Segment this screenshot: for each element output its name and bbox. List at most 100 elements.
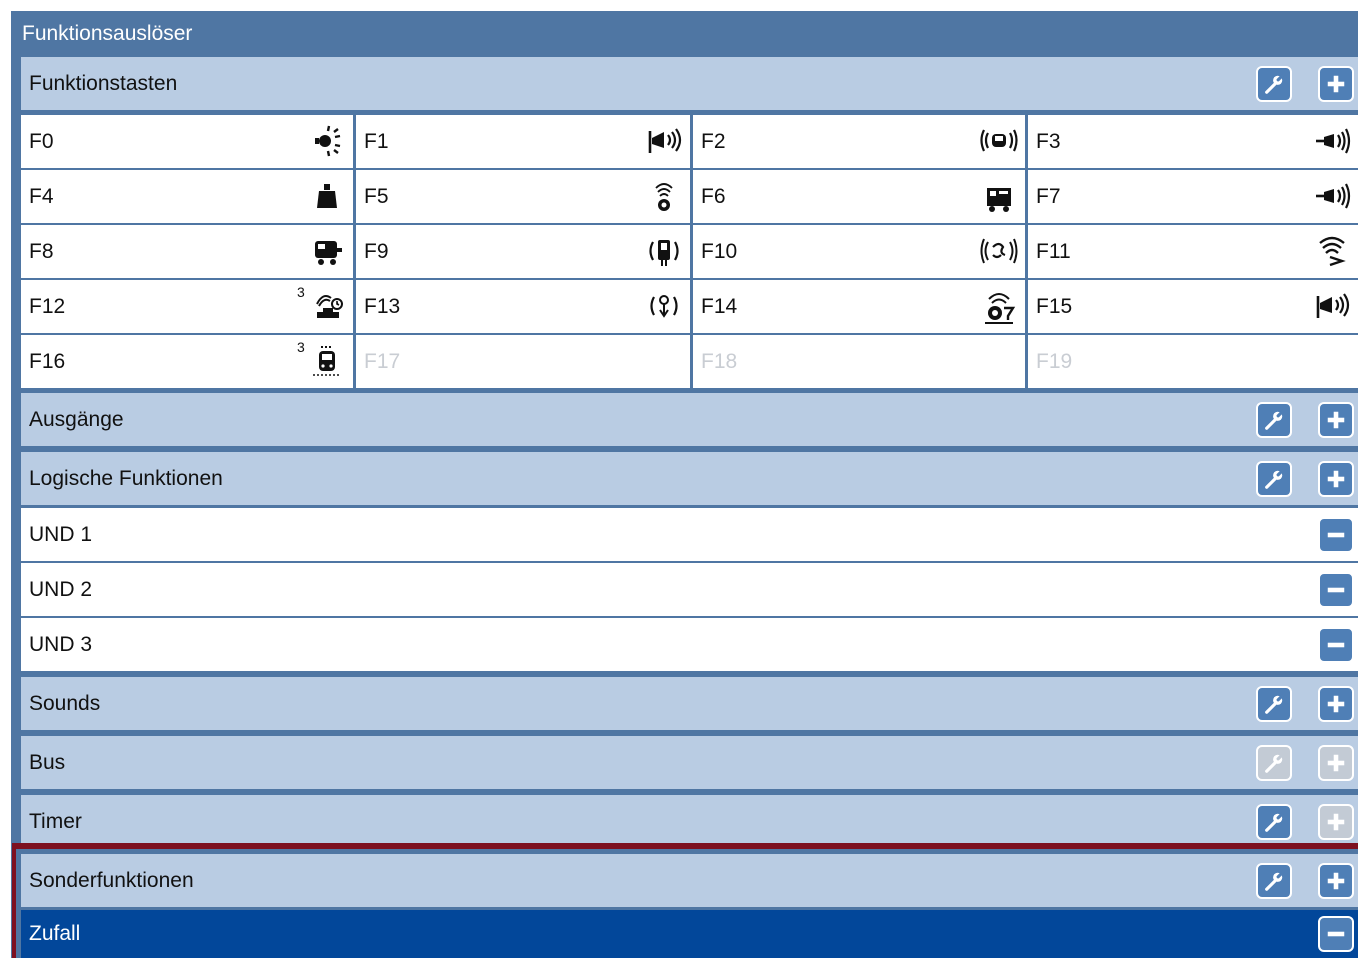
plus-icon: [1325, 409, 1347, 431]
settings-wrench-button[interactable]: [1256, 65, 1292, 102]
function-key-label: F3: [1036, 129, 1061, 153]
fan-sound-icon: [979, 231, 1019, 271]
section-ausgaenge[interactable]: Ausgänge: [21, 393, 1358, 446]
function-key-label: F15: [1036, 294, 1073, 318]
function-key-f7[interactable]: F7: [1028, 170, 1358, 223]
settings-wrench-button[interactable]: [1256, 685, 1292, 722]
function-key-label: F18: [701, 349, 738, 373]
function-key-f8[interactable]: F8: [21, 225, 353, 278]
function-key-label: F12: [29, 294, 66, 318]
section-bus[interactable]: Bus: [21, 736, 1358, 789]
function-key-f2[interactable]: F2: [693, 115, 1025, 168]
function-key-f16[interactable]: F16 3: [21, 335, 353, 388]
settings-wrench-button[interactable]: [1256, 803, 1292, 840]
section-timer[interactable]: Timer: [21, 795, 1358, 848]
function-key-f14[interactable]: F14: [693, 280, 1025, 333]
section-label: Sonderfunktionen: [29, 868, 194, 892]
list-item[interactable]: UND 3: [21, 618, 1358, 671]
remove-button[interactable]: [1318, 626, 1354, 663]
horn-icon: [644, 121, 684, 161]
list-item-label: UND 1: [29, 522, 93, 546]
remove-button[interactable]: [1318, 516, 1354, 553]
light-icon: [307, 121, 347, 161]
function-key-f1[interactable]: F1: [356, 115, 690, 168]
function-key-f18: F18: [693, 335, 1025, 388]
function-key-f17: F17: [356, 335, 690, 388]
function-key-f11[interactable]: F11: [1028, 225, 1358, 278]
wrench-icon: [1265, 468, 1285, 489]
section-sounds[interactable]: Sounds: [21, 677, 1358, 730]
plus-icon: [1325, 73, 1347, 95]
weight-icon: [307, 176, 347, 216]
add-button[interactable]: [1318, 685, 1354, 722]
function-key-label: F17: [364, 349, 401, 373]
function-key-label: F16: [29, 349, 66, 373]
plus-icon: [1325, 870, 1347, 892]
function-key-f5[interactable]: F5: [356, 170, 690, 223]
settings-wrench-button: [1256, 744, 1292, 781]
add-button[interactable]: [1318, 65, 1354, 102]
function-triggers-panel: Funktionsauslöser Funktionstasten F0 F1 F2…: [11, 11, 1358, 958]
section-logische-funktionen[interactable]: Logische Funktionen: [21, 452, 1358, 505]
minus-icon: [1325, 579, 1347, 601]
function-key-grid: F0 F1 F2 F3 F4 F5 F6 F7 F8 F9 F10 F11 F12 3 F13 F14 F15 F…: [21, 113, 1358, 388]
function-key-f10[interactable]: F10: [693, 225, 1025, 278]
wrench-icon: [1265, 409, 1285, 430]
plus-icon: [1325, 693, 1347, 715]
function-key-f3[interactable]: F3: [1028, 115, 1358, 168]
panel-content: Funktionstasten F0 F1 F2 F3 F4 F5 F6 F7 F8 F9 F10 F…: [21, 57, 1358, 958]
function-key-label: F11: [1036, 239, 1071, 263]
function-key-label: F2: [701, 129, 726, 153]
settings-wrench-button[interactable]: [1256, 401, 1292, 438]
function-key-label: F6: [701, 184, 726, 208]
whistle-icon: [1312, 176, 1352, 216]
settings-wrench-button[interactable]: [1256, 862, 1292, 899]
function-key-label: F14: [701, 294, 738, 318]
function-key-label: F10: [701, 239, 738, 263]
signal-icon: [1312, 231, 1352, 271]
wrench-icon: [1265, 73, 1285, 94]
minus-icon: [1325, 634, 1347, 656]
add-button[interactable]: [1318, 401, 1354, 438]
icon-badge: 3: [297, 339, 305, 355]
steam-timer-icon: 3: [297, 284, 347, 326]
add-button[interactable]: [1318, 460, 1354, 497]
function-key-f9[interactable]: F9: [356, 225, 690, 278]
settings-wrench-button[interactable]: [1256, 460, 1292, 497]
section-label: Timer: [29, 809, 82, 833]
function-key-f6[interactable]: F6: [693, 170, 1025, 223]
bell-icon: [644, 176, 684, 216]
minus-icon: [1325, 923, 1347, 945]
plus-icon: [1325, 811, 1347, 833]
function-key-f0[interactable]: F0: [21, 115, 353, 168]
remove-button[interactable]: [1318, 916, 1354, 952]
function-key-f4[interactable]: F4: [21, 170, 353, 223]
list-item[interactable]: UND 2: [21, 563, 1358, 616]
add-button[interactable]: [1318, 862, 1354, 899]
list-item-label: UND 3: [29, 632, 93, 656]
add-button: [1318, 744, 1354, 781]
section-funktionstasten[interactable]: Funktionstasten: [21, 57, 1358, 110]
function-key-f15[interactable]: F15: [1028, 280, 1358, 333]
whistle-icon: [1312, 121, 1352, 161]
section-label: Bus: [29, 750, 66, 774]
function-key-f13[interactable]: F13: [356, 280, 690, 333]
section-sonderfunktionen[interactable]: Sonderfunktionen: [21, 854, 1358, 907]
list-item-selected[interactable]: Zufall: [21, 910, 1358, 958]
remove-button[interactable]: [1318, 571, 1354, 608]
function-key-label: F9: [364, 239, 389, 263]
wrench-icon: [1265, 870, 1285, 891]
function-key-label: F4: [29, 184, 54, 208]
section-label: Sounds: [29, 691, 101, 715]
wrench-icon: [1265, 693, 1285, 714]
icon-badge: 3: [297, 284, 305, 300]
tram-icon: 3: [297, 339, 347, 381]
section-label: Funktionstasten: [29, 71, 178, 95]
pump-sound-icon: [644, 286, 684, 326]
function-key-label: F7: [1036, 184, 1061, 208]
function-key-f12[interactable]: F12 3: [21, 280, 353, 333]
car-sound-icon: [979, 121, 1019, 161]
horn-icon: [1312, 286, 1352, 326]
list-item[interactable]: UND 1: [21, 508, 1358, 561]
tender-icon: [307, 231, 347, 271]
